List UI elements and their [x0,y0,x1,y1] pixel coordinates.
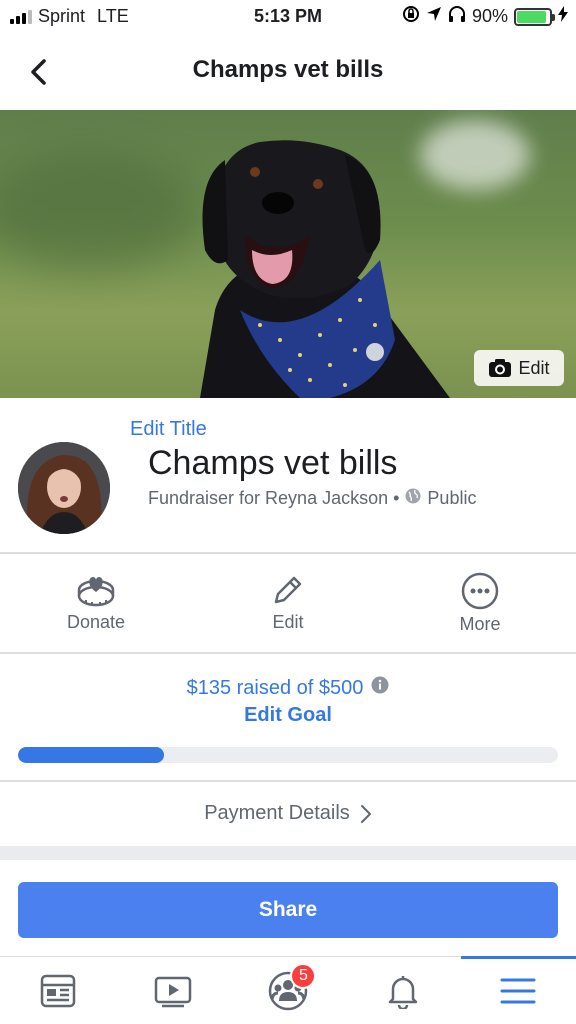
info-icon[interactable] [371,676,389,700]
fundraiser-subtitle: Fundraiser for Reyna Jackson • Public [148,488,476,509]
location-icon [426,6,442,27]
fundraiser-title: Champs vet bills [148,444,398,482]
rotation-lock-icon [402,5,420,28]
cover-photo: Edit [0,110,576,398]
edit-title-link[interactable]: Edit Title [130,418,207,441]
payment-details-link[interactable]: Payment Details [0,802,576,825]
progress-bar [18,747,558,763]
avatar[interactable] [18,442,110,534]
charging-icon [558,6,568,27]
more-button[interactable]: More [384,560,576,652]
edit-cover-button[interactable]: Edit [474,350,564,386]
watch-icon [154,976,192,1007]
tab-watch[interactable]: 6 [115,957,316,1024]
tab-menu[interactable] [460,956,576,1024]
donate-button[interactable]: Donate [0,560,192,652]
headphones-icon [448,5,466,28]
pencil-icon [274,576,302,604]
edit-cover-label: Edit [518,357,550,378]
notifications-icon [388,975,418,1009]
menu-icon [500,978,536,1003]
visibility-label: Public [427,488,477,508]
edit-button[interactable]: Edit [192,560,384,652]
edit-goal-link[interactable]: Edit Goal [0,704,576,727]
page-title: Champs vet bills [192,56,384,83]
tab-news-feed[interactable] [0,957,115,1024]
share-button[interactable]: Share [18,882,558,938]
news-feed-icon [40,974,75,1007]
more-icon [461,572,499,610]
divider [0,652,576,654]
tab-notifications[interactable] [346,957,461,1024]
camera-icon [489,359,512,377]
battery-percent: 90% [471,6,508,26]
chevron-right-icon [360,804,371,823]
tab-bar: 6 5 [0,956,576,1024]
tab-groups[interactable]: 5 [230,957,345,1024]
raised-summary: $135 raised of $500 [0,676,576,700]
groups-badge: 5 [290,963,317,989]
donate-icon [77,577,115,607]
edit-label: Edit [272,612,304,632]
more-label: More [459,614,501,634]
action-row: Donate Edit More [0,560,576,652]
status-bar: Sprint LTE 5:13 PM 90% [0,0,576,34]
raised-text: $135 raised of $500 [186,676,364,699]
payment-details-label: Payment Details [204,802,350,824]
donate-label: Donate [66,612,126,632]
section-separator [0,846,576,860]
fundraiser-beneficiary: Fundraiser for Reyna Jackson • [148,488,400,508]
divider [0,780,576,782]
progress-fill [18,747,164,763]
navigation-bar: Champs vet bills [0,34,576,110]
divider [0,552,576,554]
battery-icon [514,7,555,26]
globe-icon [405,488,421,509]
